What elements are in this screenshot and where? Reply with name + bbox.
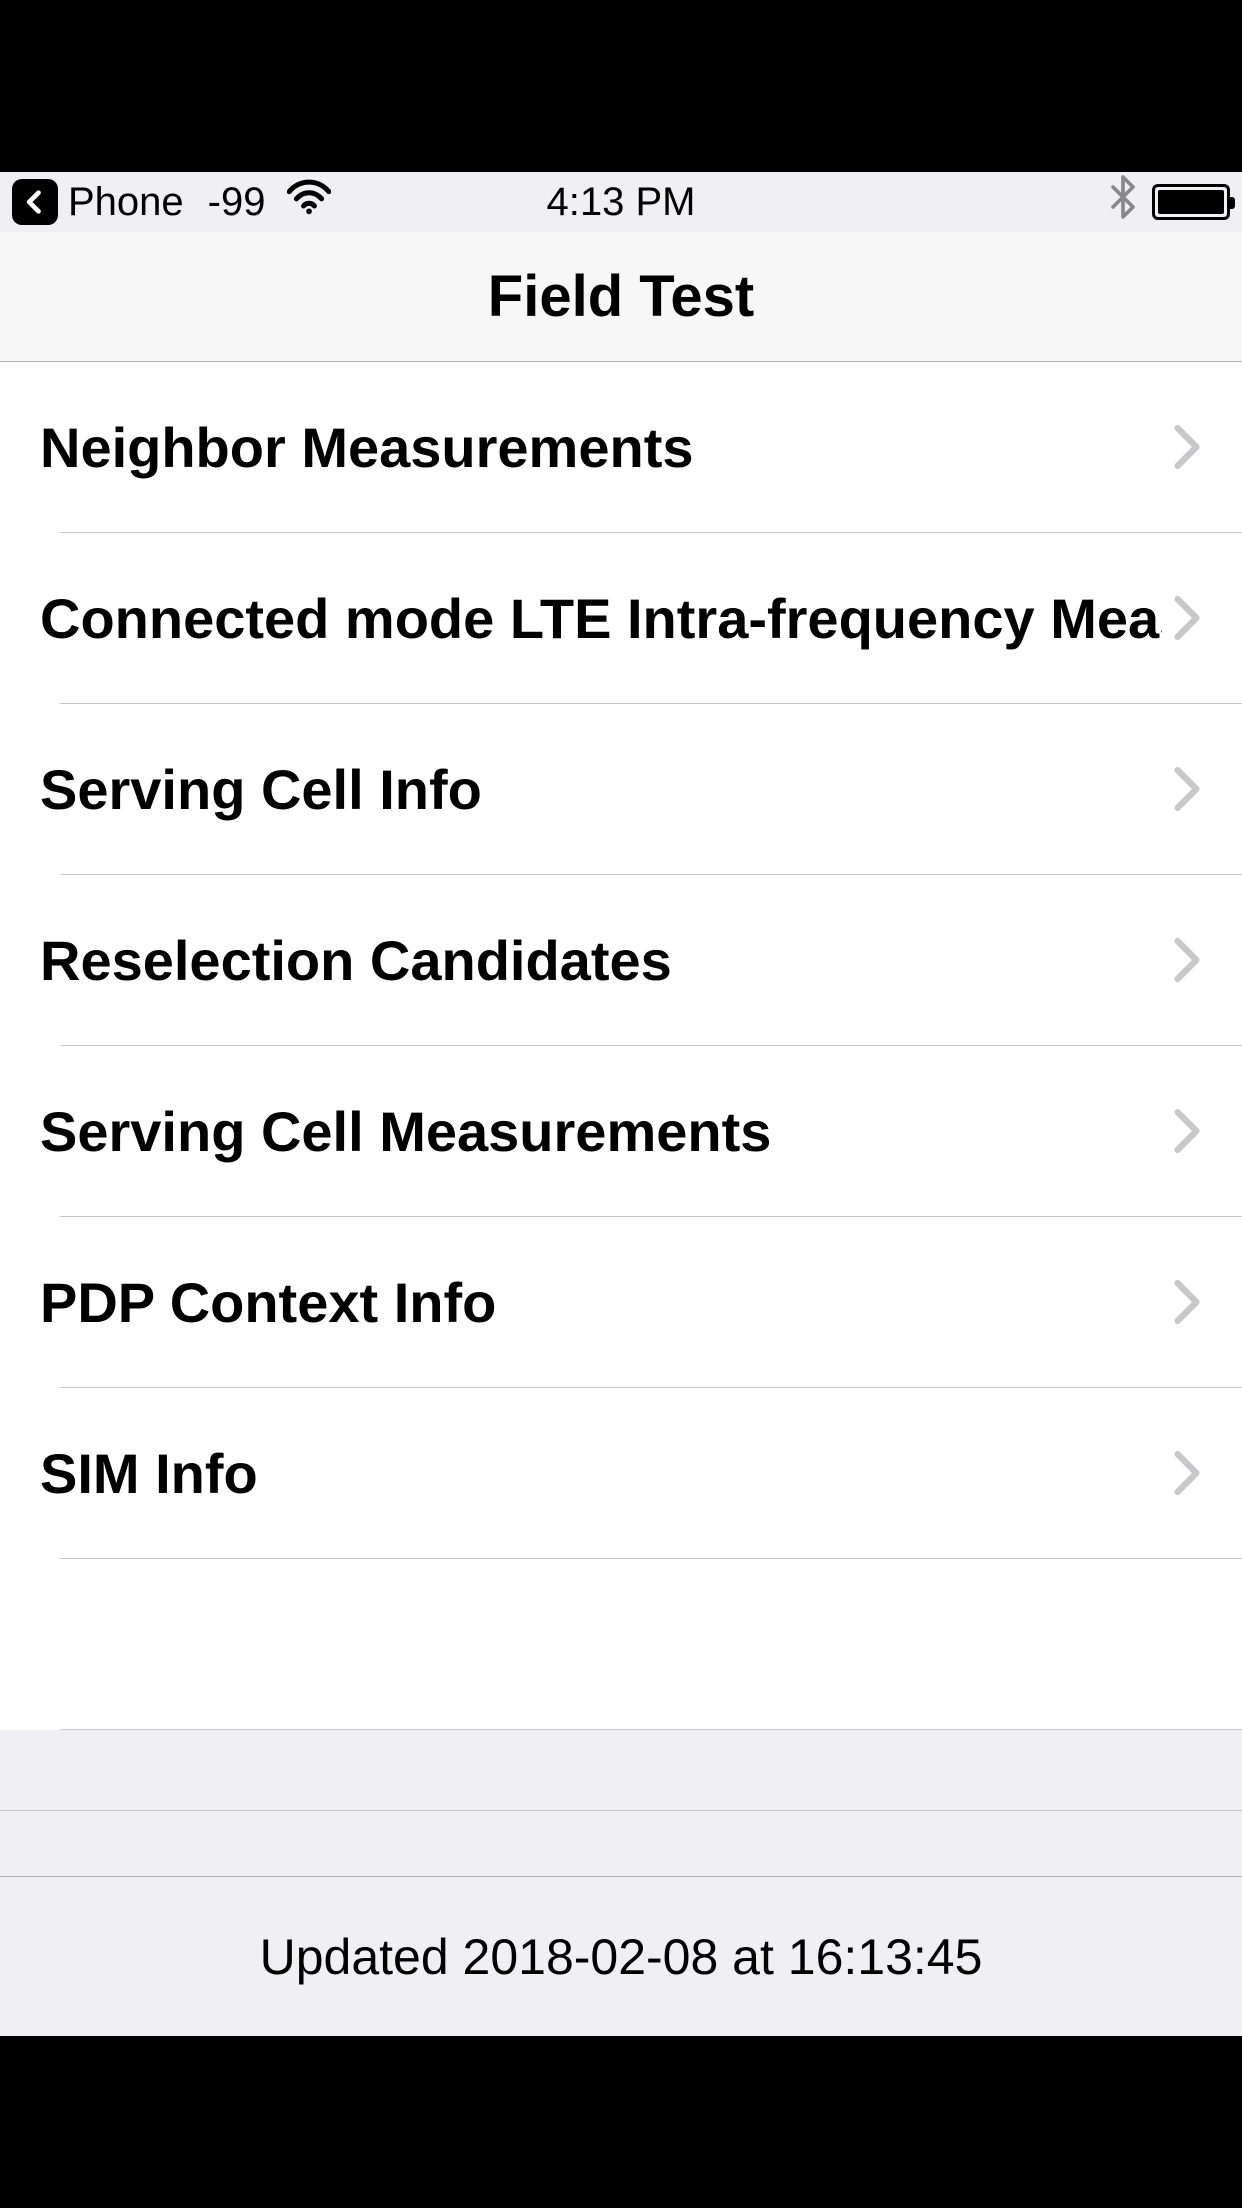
chevron-right-icon [1172, 938, 1202, 982]
status-right [1110, 175, 1230, 229]
carrier-label: Phone [68, 180, 184, 225]
bluetooth-icon [1110, 175, 1136, 229]
row-label: Reselection Candidates [40, 928, 1162, 993]
row-neighbor-measurements[interactable]: Neighbor Measurements [0, 362, 1242, 532]
footer-bar: Updated 2018-02-08 at 16:13:45 [0, 1876, 1242, 2036]
signal-strength: -99 [208, 180, 266, 225]
status-bar: Phone -99 4:13 PM [0, 172, 1242, 232]
row-serving-cell-measurements[interactable]: Serving Cell Measurements [0, 1046, 1242, 1216]
row-label: Connected mode LTE Intra-frequency Measu… [40, 586, 1162, 651]
status-left: Phone -99 [12, 179, 331, 225]
battery-fill [1158, 190, 1224, 214]
menu-list: Neighbor Measurements Connected mode LTE… [0, 362, 1242, 1730]
battery-icon [1152, 184, 1230, 220]
row-label: Serving Cell Measurements [40, 1099, 1162, 1164]
chevron-right-icon [1172, 1280, 1202, 1324]
updated-timestamp: Updated 2018-02-08 at 16:13:45 [260, 1928, 983, 1986]
row-connected-mode-lte[interactable]: Connected mode LTE Intra-frequency Measu… [0, 533, 1242, 703]
row-label: Serving Cell Info [40, 757, 1162, 822]
wifi-icon [287, 179, 331, 225]
nav-bar: Field Test [0, 232, 1242, 362]
row-label: Neighbor Measurements [40, 415, 1162, 480]
status-time: 4:13 PM [547, 180, 696, 225]
row-label: SIM Info [40, 1441, 1162, 1506]
chevron-right-icon [1172, 1109, 1202, 1153]
list-bottom-border [0, 1810, 1242, 1811]
chevron-right-icon [1172, 767, 1202, 811]
page-title: Field Test [488, 263, 754, 330]
row-pdp-context-info[interactable]: PDP Context Info [0, 1217, 1242, 1387]
back-to-app-button[interactable] [12, 179, 58, 225]
screen: Phone -99 4:13 PM F [0, 172, 1242, 2036]
row-sim-info[interactable]: SIM Info [0, 1388, 1242, 1558]
chevron-left-icon [21, 188, 49, 216]
row-reselection-candidates[interactable]: Reselection Candidates [0, 875, 1242, 1045]
chevron-right-icon [1172, 596, 1202, 640]
chevron-right-icon [1172, 1451, 1202, 1495]
row-serving-cell-info[interactable]: Serving Cell Info [0, 704, 1242, 874]
row-label: PDP Context Info [40, 1270, 1162, 1335]
chevron-right-icon [1172, 425, 1202, 469]
blank-row [0, 1559, 1242, 1729]
